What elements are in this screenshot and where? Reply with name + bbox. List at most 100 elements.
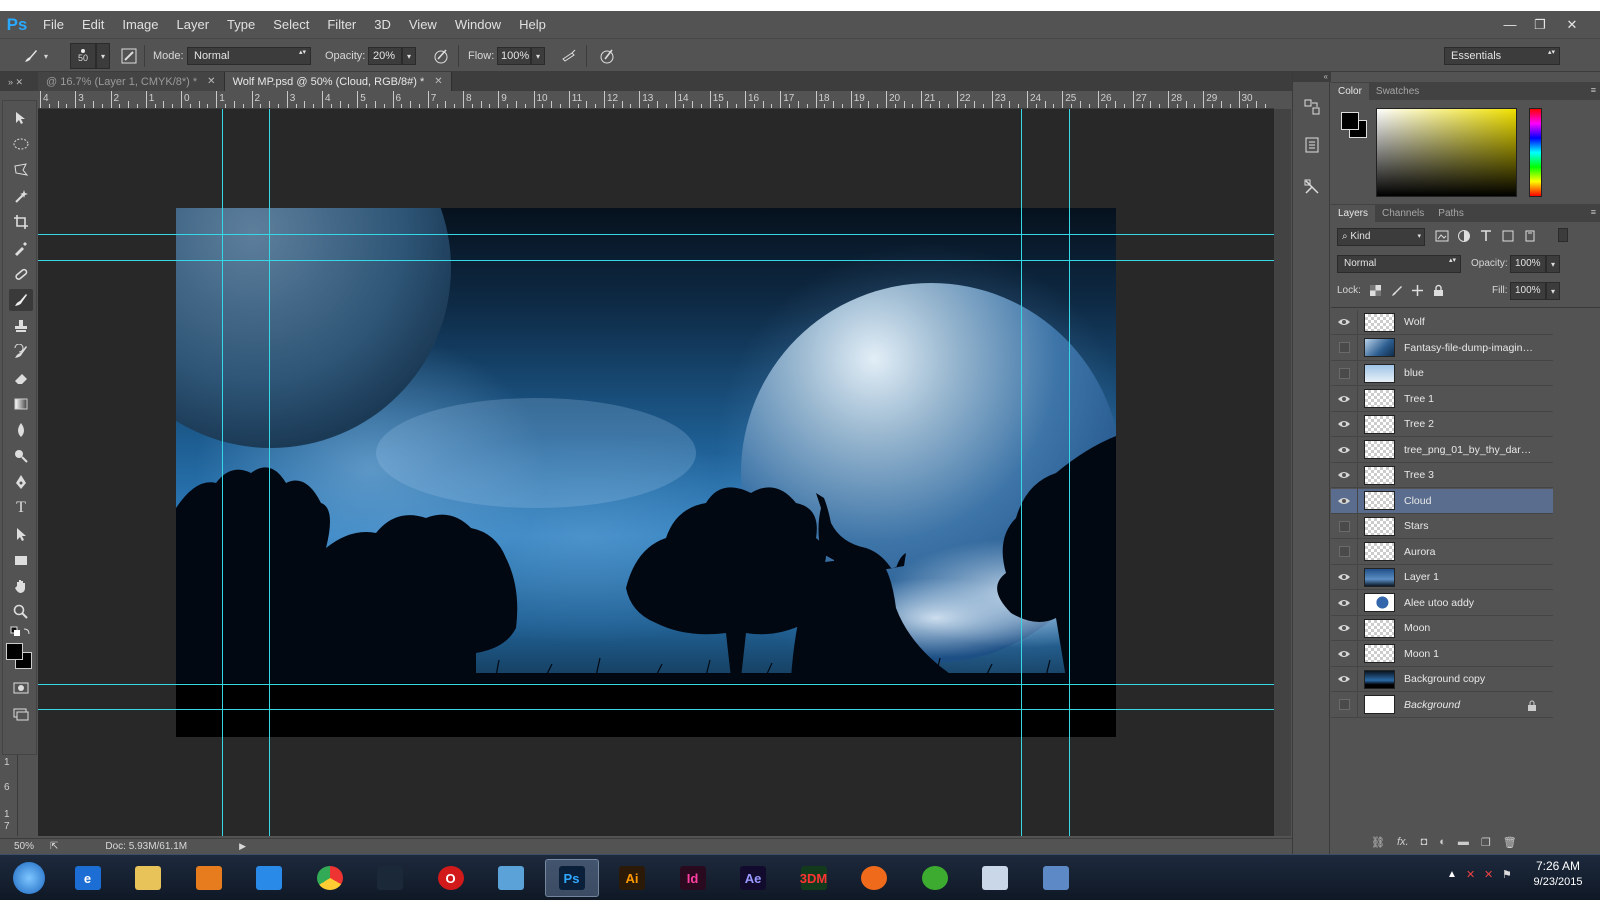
layer-name[interactable]: tree_png_01_by_thy_darke... bbox=[1404, 444, 1534, 456]
layer-thumbnail[interactable] bbox=[1364, 669, 1395, 689]
opera-icon[interactable]: O bbox=[424, 859, 478, 897]
menu-type[interactable]: Type bbox=[218, 11, 264, 38]
adjustments-panel-icon[interactable] bbox=[1301, 176, 1323, 198]
media-player-icon[interactable] bbox=[182, 859, 236, 897]
quick-mask-icon[interactable] bbox=[9, 677, 33, 699]
close-icon[interactable]: ✕ bbox=[207, 76, 215, 87]
guide-horizontal[interactable] bbox=[38, 684, 1274, 685]
layer-name[interactable]: Aurora bbox=[1404, 546, 1534, 558]
layer-thumbnail[interactable] bbox=[1364, 414, 1395, 434]
lasso-tool-icon[interactable] bbox=[9, 159, 33, 181]
layer-row[interactable]: Moon bbox=[1331, 615, 1553, 641]
clock-time[interactable]: 7:26 AM bbox=[1528, 859, 1588, 873]
magic-wand-tool-icon[interactable] bbox=[9, 185, 33, 207]
brush-size-picker[interactable]: 50 bbox=[70, 43, 96, 69]
dodge-tool-icon[interactable] bbox=[9, 445, 33, 467]
color-fg-swatch[interactable] bbox=[1341, 112, 1359, 130]
layer-name[interactable]: Tree 3 bbox=[1404, 469, 1534, 481]
blur-tool-icon[interactable] bbox=[9, 419, 33, 441]
layer-name[interactable]: blue bbox=[1404, 367, 1534, 379]
fill-input[interactable]: 100% bbox=[1510, 282, 1546, 300]
tab-document-1[interactable]: @ 16.7% (Layer 1, CMYK/8*) * ✕ bbox=[38, 72, 225, 91]
menu-file[interactable]: File bbox=[34, 11, 73, 38]
guide-horizontal[interactable] bbox=[38, 709, 1274, 710]
layer-row[interactable]: Tree 3 bbox=[1331, 462, 1553, 488]
menu-filter[interactable]: Filter bbox=[318, 11, 365, 38]
new-group-icon[interactable]: ▬ bbox=[1458, 836, 1469, 849]
layer-row[interactable]: Background bbox=[1331, 692, 1553, 718]
zoom-tool-icon[interactable] bbox=[9, 601, 33, 623]
eye-icon[interactable] bbox=[1331, 590, 1358, 615]
rectangle-tool-icon[interactable] bbox=[9, 549, 33, 571]
eye-icon[interactable] bbox=[1331, 462, 1358, 488]
crop-tool-icon[interactable] bbox=[9, 211, 33, 233]
layer-row[interactable]: Layer 1 bbox=[1331, 564, 1553, 590]
eye-icon[interactable] bbox=[1331, 386, 1358, 411]
eraser-tool-icon[interactable] bbox=[9, 367, 33, 389]
guide-horizontal[interactable] bbox=[38, 234, 1274, 235]
add-mask-icon[interactable]: ◘ bbox=[1421, 836, 1428, 849]
properties-panel-icon[interactable] bbox=[1301, 134, 1323, 156]
layer-thumbnail[interactable] bbox=[1364, 440, 1395, 459]
eye-icon[interactable] bbox=[1331, 309, 1358, 335]
illustrator-icon[interactable]: Ai bbox=[605, 859, 659, 897]
layer-row[interactable]: Cloud bbox=[1331, 488, 1553, 514]
link-layers-icon[interactable]: ⛓ bbox=[1371, 836, 1385, 849]
eyedropper-tool-icon[interactable] bbox=[9, 237, 33, 259]
volume-muted-icon[interactable]: ✕ bbox=[1466, 868, 1480, 882]
layer-thumbnail[interactable] bbox=[1364, 491, 1395, 510]
indesign-icon[interactable]: Id bbox=[666, 859, 720, 897]
layer-thumbnail[interactable] bbox=[1364, 363, 1395, 383]
guide-vertical[interactable] bbox=[1021, 109, 1022, 836]
layer-thumbnail[interactable] bbox=[1364, 465, 1395, 485]
internet-explorer-icon[interactable]: e bbox=[61, 859, 115, 897]
layer-row[interactable]: Fantasy-file-dump-imaginati... bbox=[1331, 335, 1553, 361]
layer-thumbnail[interactable] bbox=[1364, 542, 1395, 561]
layer-thumbnail[interactable] bbox=[1364, 312, 1395, 332]
photoshop-icon[interactable]: Ps bbox=[544, 859, 599, 897]
origin-icon[interactable] bbox=[847, 859, 901, 897]
canvas-workspace[interactable] bbox=[38, 109, 1274, 836]
tab-channels[interactable]: Channels bbox=[1375, 205, 1431, 222]
layer-name[interactable]: Cloud bbox=[1404, 495, 1534, 507]
clone-stamp-tool-icon[interactable] bbox=[9, 315, 33, 337]
fill-arrow[interactable]: ▾ bbox=[1546, 282, 1560, 300]
vertical-scrollbar[interactable] bbox=[1274, 109, 1291, 836]
path-selection-tool-icon[interactable] bbox=[9, 523, 33, 545]
move-tool-icon[interactable] bbox=[9, 107, 33, 129]
windows-start-icon[interactable] bbox=[2, 859, 56, 897]
panel-menu-icon[interactable]: ≡ bbox=[1591, 207, 1596, 217]
clock-date[interactable]: 9/23/2015 bbox=[1528, 876, 1588, 888]
layer-name[interactable]: Alee utoo addy bbox=[1404, 597, 1534, 609]
lock-transparent-icon[interactable] bbox=[1369, 284, 1382, 297]
close-icon[interactable]: ✕ bbox=[434, 76, 442, 87]
hue-slider[interactable] bbox=[1529, 108, 1542, 197]
new-layer-icon[interactable]: ❐ bbox=[1481, 836, 1491, 849]
layer-row[interactable]: Aurora bbox=[1331, 539, 1553, 565]
tab-swatches[interactable]: Swatches bbox=[1369, 83, 1426, 100]
visibility-toggle[interactable] bbox=[1331, 360, 1358, 386]
pen-tool-icon[interactable] bbox=[9, 471, 33, 493]
layer-name[interactable]: Stars bbox=[1404, 520, 1534, 532]
minimize-button[interactable]: — bbox=[1495, 11, 1525, 38]
menu-help[interactable]: Help bbox=[510, 11, 555, 38]
eye-icon[interactable] bbox=[1331, 437, 1358, 462]
layer-thumbnail[interactable] bbox=[1364, 338, 1395, 357]
layer-name[interactable]: Wolf bbox=[1404, 316, 1534, 328]
eye-icon[interactable] bbox=[1331, 641, 1358, 666]
action-center-icon[interactable]: ⚑ bbox=[1502, 868, 1516, 882]
lock-all-icon[interactable] bbox=[1432, 284, 1445, 297]
close-button[interactable]: ✕ bbox=[1557, 11, 1587, 38]
menu-edit[interactable]: Edit bbox=[73, 11, 113, 38]
chevron-down-icon[interactable]: ▾ bbox=[44, 45, 48, 67]
layer-thumbnail[interactable] bbox=[1364, 516, 1395, 536]
screenshot-icon[interactable] bbox=[1029, 859, 1083, 897]
expand-panels-icon[interactable]: « bbox=[1293, 72, 1331, 82]
flow-input[interactable]: 100% bbox=[497, 47, 531, 65]
layer-name[interactable]: Moon 1 bbox=[1404, 648, 1534, 660]
elliptical-marquee-tool-icon[interactable] bbox=[9, 133, 33, 155]
pressure-opacity-icon[interactable] bbox=[430, 45, 452, 67]
menu-layer[interactable]: Layer bbox=[168, 11, 219, 38]
chrome-icon[interactable] bbox=[303, 859, 357, 897]
new-adjustment-layer-icon[interactable]: ◐ bbox=[1439, 836, 1446, 849]
